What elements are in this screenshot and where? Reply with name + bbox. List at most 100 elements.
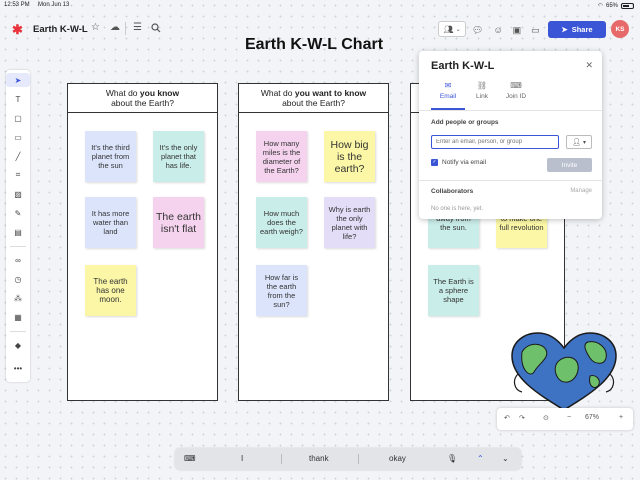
collaborators-button[interactable]: 👥︎ ⌄ <box>438 21 466 37</box>
present-icon[interactable]: ▣ <box>513 25 522 36</box>
chevron-down-icon[interactable]: ⌄ <box>502 454 509 463</box>
keyboard-icon[interactable]: ⌨ <box>184 454 196 463</box>
divider <box>125 22 126 35</box>
divider <box>419 180 602 181</box>
line-tool-icon[interactable]: ╱ <box>6 149 30 163</box>
suggestion[interactable]: I <box>241 454 243 463</box>
column-heading: What do you know about the Earth? <box>68 84 217 113</box>
document-title[interactable]: Earth K-W-L <box>33 24 88 35</box>
checkbox-checked-icon[interactable]: ✓ <box>431 159 438 166</box>
tab-label: Join ID <box>505 93 527 100</box>
zoom-in-icon[interactable]: + <box>619 414 623 421</box>
battery-percent: 65% <box>605 2 618 9</box>
fit-view-icon[interactable]: ⊙ <box>543 414 549 422</box>
chevron-up-icon[interactable]: ⌃ <box>477 454 484 463</box>
divider <box>10 331 26 332</box>
diagram-tool-icon[interactable]: ⁂ <box>6 291 30 305</box>
shape-tool-icon[interactable]: ▭ <box>6 130 30 144</box>
email-field[interactable] <box>431 135 559 149</box>
permission-dropdown[interactable]: 👤︎ ▾ <box>566 135 592 149</box>
sticky-note-tool-icon[interactable]: ▢ <box>6 111 30 125</box>
timer-tool-icon[interactable]: ◷ <box>6 272 30 286</box>
close-icon[interactable]: ✕ <box>585 60 593 71</box>
app-logo-icon[interactable]: ✱ <box>12 23 23 36</box>
heading-text: about the Earth? <box>111 98 174 108</box>
text-tool-icon[interactable]: T <box>6 92 30 106</box>
sticky-note[interactable]: It has more water than land <box>85 197 136 248</box>
share-button[interactable]: ➤ Share <box>548 21 606 38</box>
keyboard-suggestion-bar: ⌨ I thank okay 🎙︎ ⌃ ⌄ <box>175 448 521 470</box>
sticky-note[interactable]: The earth isn't flat <box>153 197 204 248</box>
column-want[interactable]: What do you want to know about the Earth… <box>238 83 389 401</box>
chevron-down-icon: ⌄ <box>455 26 461 33</box>
link-tool-icon[interactable]: ∞ <box>6 253 30 267</box>
heading-bold-text: you know <box>139 88 180 98</box>
sticky-note[interactable]: It's the only planet that has life. <box>153 131 204 182</box>
column-know[interactable]: What do you know about the Earth? It's t… <box>67 83 218 401</box>
sticky-note[interactable]: The earth has one moon. <box>85 265 136 316</box>
manage-link[interactable]: Manage <box>570 188 592 194</box>
person-edit-icon: 👤︎ <box>572 139 581 146</box>
suggestion[interactable]: okay <box>389 454 406 463</box>
tab-join-id[interactable]: ⌨ Join ID <box>499 81 533 100</box>
tab-email[interactable]: ✉ Email <box>431 81 465 100</box>
status-date: Mon Jun 13 <box>38 2 70 8</box>
chart-title[interactable]: Earth K-W-L Chart <box>224 36 404 54</box>
link-icon: ⛓ <box>476 81 488 90</box>
redo-icon[interactable]: ↷ <box>519 414 525 422</box>
notify-checkbox[interactable]: ✓ Notify via email <box>431 159 486 166</box>
heading-text: What do <box>260 88 295 98</box>
divider <box>358 454 359 464</box>
avatar[interactable]: KS <box>611 20 629 38</box>
share-label: Share <box>571 25 593 34</box>
mail-icon: ✉ <box>444 81 452 90</box>
more-tools-icon[interactable]: ••• <box>6 361 30 375</box>
divider <box>10 246 26 247</box>
cloud-icon[interactable]: ☁ <box>110 23 120 33</box>
reactions-icon[interactable]: ☺ <box>493 25 502 35</box>
sticky-note[interactable]: It's the third planet from the sun <box>85 131 136 182</box>
collaborators-label: Collaborators <box>431 188 474 195</box>
empty-collaborators-text: No one is here, yet. <box>431 206 484 212</box>
invite-button[interactable]: Invite <box>547 158 592 172</box>
star-icon[interactable]: ☆ <box>91 23 100 33</box>
sticky-note[interactable]: How many miles is the diameter of the Ea… <box>256 131 307 182</box>
suggestion[interactable]: thank <box>309 454 329 463</box>
video-icon[interactable]: ▭ <box>531 25 540 36</box>
templates-tool-icon[interactable]: ▦ <box>6 310 30 324</box>
tab-link[interactable]: ⛓ Link <box>465 81 499 100</box>
select-tool-icon[interactable]: ➤ <box>6 73 30 87</box>
tab-label: Email <box>439 93 457 100</box>
share-panel: Earth K-W-L ✕ ✉ Email ⛓ Link ⌨ Join ID A… <box>419 51 602 219</box>
add-people-label: Add people or groups <box>431 119 499 126</box>
sticky-note[interactable]: The Earth is a sphere shape <box>428 265 479 316</box>
sticky-note[interactable]: Why is earth the only planet with life? <box>324 197 375 248</box>
column-heading: What do you want to know about the Earth… <box>239 84 388 113</box>
wifi-icon: ◠ <box>597 3 603 9</box>
integrations-tool-icon[interactable]: ◆ <box>6 338 30 352</box>
heading-bold-text: you want to know <box>294 88 367 98</box>
sticky-note[interactable]: How much does the earth weigh? <box>256 197 307 248</box>
panel-title: Earth K-W-L <box>431 60 495 72</box>
sticky-note[interactable]: How far is the earth from the sun? <box>256 265 307 316</box>
heading-text: What do <box>105 88 140 98</box>
microphone-icon[interactable]: 🎙︎ <box>447 454 457 463</box>
toolbar-right: 💬︎ ☺ ▣ ▭ <box>472 22 542 38</box>
undo-icon[interactable]: ↶ <box>504 414 510 422</box>
menu-icon[interactable]: ☰ <box>133 23 142 33</box>
search-icon[interactable] <box>151 23 161 36</box>
status-bar: 12:53 PM Mon Jun 13 ◠ 65% <box>0 0 640 12</box>
pen-tool-icon[interactable]: ✎ <box>6 206 30 220</box>
zoom-out-icon[interactable]: − <box>567 414 571 421</box>
sticky-note[interactable]: How big is the earth? <box>324 131 375 182</box>
image-tool-icon[interactable]: ▨ <box>6 187 30 201</box>
notify-label: Notify via email <box>442 159 487 166</box>
comment-icon[interactable]: 💬︎ <box>472 25 483 36</box>
divider <box>419 110 602 111</box>
frame-tool-icon[interactable]: ⌗ <box>6 168 30 182</box>
chevron-down-icon: ▾ <box>582 139 586 146</box>
earth-heart-sticker[interactable] <box>508 330 620 412</box>
send-icon: ➤ <box>561 25 568 34</box>
zoom-level[interactable]: 67% <box>585 414 599 421</box>
table-tool-icon[interactable]: ▤ <box>6 225 30 239</box>
